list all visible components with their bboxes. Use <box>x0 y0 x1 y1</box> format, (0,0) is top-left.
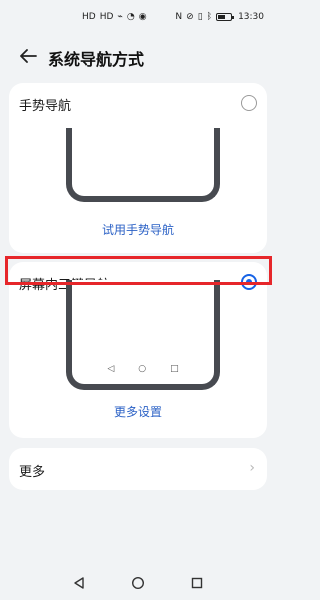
chevron-right-icon: › <box>249 460 255 476</box>
hd-signal-icon: HD <box>82 12 96 22</box>
battery-level <box>218 15 226 19</box>
recents-square-icon <box>191 577 203 589</box>
gesture-navigation-label: 手势导航 <box>19 99 72 114</box>
try-gesture-link[interactable]: 试用手势导航 <box>9 221 267 238</box>
bluetooth-icon: ᛒ <box>206 12 213 22</box>
status-right-indicators: N ⊘ ▯ ᛒ 13:30 <box>175 11 264 23</box>
three-key-navigation-radio[interactable] <box>241 274 257 290</box>
three-key-phone-illustration: ◁ ○ □ <box>66 280 220 390</box>
three-key-preview-bar: ◁ ○ □ <box>72 364 214 374</box>
nfc-icon: N <box>175 12 183 22</box>
status-bar: HD HD ⌁ ◔ ◉ N ⊘ ▯ ᛒ 13:30 <box>0 0 276 34</box>
gesture-navigation-option[interactable]: 手势导航 <box>9 83 267 123</box>
more-row[interactable]: 更多 › <box>9 448 267 490</box>
home-circle-icon <box>131 576 145 590</box>
more-settings-link[interactable]: 更多设置 <box>9 403 267 420</box>
gesture-phone-illustration <box>66 128 220 202</box>
mute-icon: ⊘ <box>186 12 194 22</box>
hd-signal-icon: HD <box>99 12 114 22</box>
back-button[interactable] <box>16 44 40 68</box>
back-triangle-icon <box>74 577 84 589</box>
header: 系统导航方式 <box>0 38 276 72</box>
app-notification-icon: ◉ <box>138 12 147 22</box>
preview-recents-icon: □ <box>170 364 179 374</box>
preview-home-icon: ○ <box>138 364 147 374</box>
preview-back-icon: ◁ <box>107 364 115 374</box>
gesture-navigation-radio[interactable] <box>241 95 257 111</box>
status-left-indicators: HD HD ⌁ ◔ ◉ <box>82 11 147 23</box>
three-key-navigation-card: 屏幕内三键导航 ◁ ○ □ 更多设置 <box>9 262 267 438</box>
wifi-icon: ⌁ <box>117 12 123 22</box>
system-navigation-bar <box>0 566 276 600</box>
system-back-button[interactable] <box>67 571 91 595</box>
battery-icon <box>216 13 235 21</box>
status-time: 13:30 <box>238 12 264 22</box>
page-title: 系统导航方式 <box>48 50 145 69</box>
vibrate-icon: ▯ <box>197 12 203 22</box>
notification-icon: ◔ <box>126 12 135 22</box>
system-recents-button[interactable] <box>185 571 209 595</box>
more-label: 更多 <box>19 465 46 480</box>
arrow-left-icon <box>20 49 37 63</box>
system-home-button[interactable] <box>126 571 150 595</box>
gesture-navigation-card: 手势导航 试用手势导航 <box>9 83 267 253</box>
